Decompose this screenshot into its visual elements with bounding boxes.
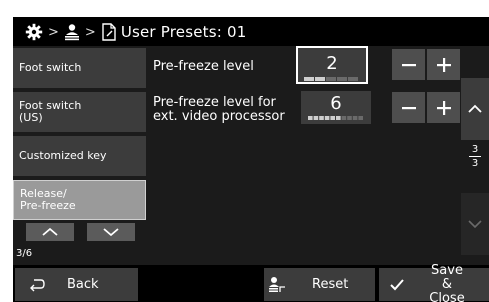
pre-freeze-level-value[interactable]: 2 [296, 46, 368, 84]
level-segment [308, 116, 313, 120]
pre-freeze-level-number: 2 [326, 53, 338, 74]
scroll-page-total: 3 [471, 158, 479, 169]
breadcrumb: > > User Presets: 01 [25, 21, 246, 43]
level-segment [341, 116, 347, 120]
scroll-page-indicator: 3 3 [461, 144, 489, 169]
sidebar-page-up-button[interactable] [26, 223, 74, 241]
level-indicator-bar [304, 77, 358, 81]
scroll-down-button[interactable] [461, 193, 489, 255]
sidebar-page-indicator: 3/6 [16, 248, 33, 259]
pre-freeze-level-minus-button[interactable] [392, 49, 425, 80]
level-segment [315, 77, 325, 81]
chevron-up-icon [468, 104, 482, 113]
back-button[interactable]: Back [15, 268, 138, 301]
back-label: Back [67, 277, 99, 292]
chevron-up-icon [42, 227, 58, 236]
sidebar-item-label: Customized key [19, 149, 107, 162]
sidebar-item-label: Foot switch [19, 61, 82, 74]
settings-panel: Pre-freeze level 2 Pre-freeze level for … [146, 46, 461, 265]
level-segment [348, 77, 358, 81]
minus-icon [401, 63, 416, 66]
breadcrumb-separator: > [48, 24, 59, 40]
ext-video-pre-freeze-level-number: 6 [330, 93, 342, 114]
level-segment [304, 77, 314, 81]
plus-icon [436, 57, 451, 72]
sidebar-item-foot-switch[interactable]: Foot switch [13, 48, 146, 88]
level-segment [347, 116, 352, 120]
minus-icon [401, 106, 416, 109]
level-indicator-segments [308, 116, 363, 120]
level-segment [313, 116, 319, 120]
ext-video-pre-freeze-level-plus-button[interactable] [427, 92, 460, 123]
page-title: User Presets: 01 [120, 23, 247, 41]
pre-freeze-level-label: Pre-freeze level [153, 59, 254, 74]
level-segment [336, 116, 341, 120]
sidebar-item-label: Foot switch (US) [19, 99, 82, 124]
level-segment [358, 116, 363, 120]
title-bar: > > User Presets: 01 [13, 17, 489, 46]
ext-video-pre-freeze-level-label: Pre-freeze level for ext. video processo… [153, 95, 285, 124]
checkmark-icon [390, 278, 404, 290]
settings-scrollbar: 3 3 [461, 46, 489, 265]
level-segment [330, 116, 335, 120]
scroll-page-current: 3 [471, 144, 479, 155]
scroll-up-button[interactable] [461, 78, 489, 140]
reset-button[interactable]: Reset [264, 268, 375, 301]
sidebar: Foot switch Foot switch (US) Customized … [13, 46, 146, 265]
level-segment [337, 77, 347, 81]
sidebar-item-label: Release/ Pre-freeze [20, 187, 76, 212]
user-icon[interactable] [64, 23, 80, 41]
chevron-down-icon [468, 220, 482, 229]
preset-screen: > > User Presets: 01 Foot switch Foot sw… [13, 17, 489, 302]
plus-icon [436, 100, 451, 115]
user-reset-icon [269, 276, 285, 292]
level-segment [326, 77, 336, 81]
level-segment [352, 116, 358, 120]
pre-freeze-level-plus-button[interactable] [427, 49, 460, 80]
level-segment [319, 116, 324, 120]
reset-label: Reset [312, 277, 349, 292]
save-close-button[interactable]: Save & Close [379, 263, 489, 302]
ext-video-pre-freeze-level-value[interactable]: 6 [301, 91, 371, 124]
sidebar-page-down-button[interactable] [87, 223, 135, 241]
back-arrow-icon [30, 278, 45, 291]
ext-video-pre-freeze-level-minus-button[interactable] [392, 92, 425, 123]
level-indicator-bar [308, 116, 363, 120]
chevron-down-icon [103, 228, 119, 237]
level-indicator-segments [304, 77, 358, 81]
sidebar-item-foot-switch-us[interactable]: Foot switch (US) [13, 92, 146, 132]
bottom-bar: Back Reset Save & Close [13, 263, 489, 302]
level-segment [324, 116, 330, 120]
breadcrumb-separator: > [84, 24, 96, 40]
document-icon[interactable] [101, 23, 117, 41]
save-close-label: Save & Close [429, 262, 465, 302]
gear-icon[interactable] [25, 23, 43, 41]
sidebar-item-customized-key[interactable]: Customized key [13, 136, 146, 176]
sidebar-item-release-pre-freeze[interactable]: Release/ Pre-freeze [13, 180, 146, 220]
